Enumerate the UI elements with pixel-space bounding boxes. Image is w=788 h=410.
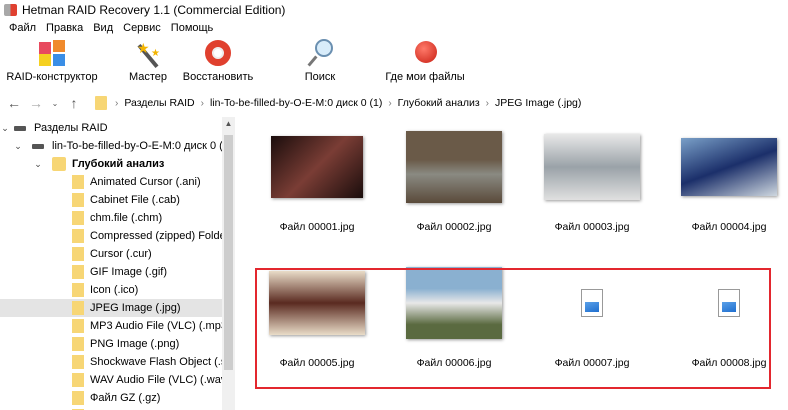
highlight-box — [255, 268, 771, 389]
folder-icon — [72, 391, 84, 405]
folder-icon — [72, 337, 84, 351]
tree-item-folder[interactable]: Cursor (.cur) — [0, 245, 222, 263]
menu-view[interactable]: Вид — [88, 20, 118, 36]
chevron-down-icon[interactable]: ⌄ — [32, 159, 44, 170]
address-bar: ← → ⌄ ↑ › Разделы RAID › lin-To-be-filled-… — [0, 91, 788, 115]
drive-icon — [14, 125, 26, 131]
folder-label: JPEG Image (.jpg) — [90, 302, 181, 314]
folder-tree: ⌄ Разделы RAID ⌄ lin-To-be-filled-by-O-E-M… — [0, 117, 235, 410]
folder-icon — [72, 373, 84, 387]
up-icon[interactable]: ↑ — [66, 95, 82, 111]
puzzle-icon — [37, 38, 67, 68]
folder-icon — [72, 229, 84, 243]
lifebuoy-icon — [203, 38, 233, 68]
file-item[interactable]: Файл 00004.jpg — [664, 127, 788, 233]
folder-label: MP3 Audio File (VLC) (.mp3) — [90, 320, 222, 332]
red-button-icon — [410, 38, 440, 68]
folder-label: Icon (.ico) — [90, 284, 139, 296]
menu-help[interactable]: Помощь — [166, 20, 219, 36]
forward-icon[interactable]: → — [28, 95, 44, 111]
chevron-down-icon[interactable]: ⌄ — [0, 123, 10, 134]
tree-item-folder[interactable]: PNG Image (.png) — [0, 335, 222, 353]
image-thumbnail — [681, 138, 777, 196]
folder-icon — [72, 283, 84, 297]
tree-item-raid[interactable]: ⌄ Разделы RAID — [0, 119, 222, 137]
tree-item-folder[interactable]: Файл GZ (.gz) — [0, 389, 222, 407]
search-button[interactable]: Поиск — [265, 38, 375, 83]
folder-icon — [72, 319, 84, 333]
scroll-up-icon[interactable]: ▲ — [222, 119, 235, 128]
tree-scrollbar[interactable]: ▲ — [222, 117, 235, 410]
folder-label: Shockwave Flash Object (.swf) — [90, 356, 222, 368]
tree-item-analysis[interactable]: ⌄ Глубокий анализ — [0, 155, 222, 173]
file-name: Файл 00001.jpg — [279, 221, 355, 233]
magnifier-icon — [305, 38, 335, 68]
folder-label: chm.file (.chm) — [90, 212, 163, 224]
file-name: Файл 00002.jpg — [416, 221, 492, 233]
image-thumbnail — [406, 131, 502, 203]
folder-icon — [72, 301, 84, 315]
window-title: Hetman RAID Recovery 1.1 (Commercial Edi… — [22, 3, 286, 17]
folder-label: PNG Image (.png) — [90, 338, 180, 350]
tree-item-folder[interactable]: chm.file (.chm) — [0, 209, 222, 227]
menu-service[interactable]: Сервис — [118, 20, 166, 36]
file-name: Файл 00003.jpg — [554, 221, 630, 233]
menu-edit[interactable]: Правка — [41, 20, 88, 36]
file-name: Файл 00004.jpg — [691, 221, 767, 233]
folder-icon — [72, 247, 84, 261]
tree-item-folder[interactable]: Animated Cursor (.ani) — [0, 173, 222, 191]
app-icon — [4, 4, 17, 16]
folder-icon — [72, 355, 84, 369]
folder-label: Cabinet File (.cab) — [90, 194, 180, 206]
folder-icon — [95, 96, 107, 110]
restore-button[interactable]: Восстановить — [163, 38, 273, 83]
folder-icon — [72, 265, 84, 279]
drive-icon — [32, 143, 44, 149]
where-are-my-files-button[interactable]: Где мои файлы — [370, 38, 480, 83]
crumb-disk[interactable]: lin-To-be-filled-by-O-E-M:0 диск 0 (1) — [210, 97, 382, 109]
title-bar: Hetman RAID Recovery 1.1 (Commercial Edi… — [0, 0, 788, 20]
folder-label: Animated Cursor (.ani) — [90, 176, 201, 188]
tree-item-folder[interactable]: Compressed (zipped) Folder (. — [0, 227, 222, 245]
tree-item-folder[interactable]: MP3 Audio File (VLC) (.mp3) — [0, 317, 222, 335]
file-item[interactable]: Файл 00002.jpg — [389, 127, 519, 233]
back-icon[interactable]: ← — [6, 95, 22, 111]
raid-constructor-button[interactable]: RAID-конструктор — [0, 38, 107, 83]
tree-item-folder[interactable]: Shockwave Flash Object (.swf) — [0, 353, 222, 371]
tree-item-disk[interactable]: ⌄ lin-To-be-filled-by-O-E-M:0 диск 0 (1) — [0, 137, 222, 155]
folder-label: WAV Audio File (VLC) (.wav) — [90, 374, 222, 386]
tree-item-folder[interactable]: Icon (.ico) — [0, 281, 222, 299]
image-thumbnail — [271, 136, 363, 198]
magic-wand-icon: ★ ★ — [133, 38, 163, 69]
file-item[interactable]: Файл 00003.jpg — [527, 127, 657, 233]
crumb-raid[interactable]: Разделы RAID — [124, 97, 194, 109]
toolbar: RAID-конструктор ★ ★ Мастер Восстановить П… — [0, 38, 788, 88]
tree-item-folder[interactable]: JPEG Image (.jpg) — [0, 299, 222, 317]
folder-icon — [72, 193, 84, 207]
tree-item-folder[interactable]: GIF Image (.gif) — [0, 263, 222, 281]
crumb-analysis[interactable]: Глубокий анализ — [398, 97, 480, 109]
folder-icon — [72, 175, 84, 189]
chevron-down-icon[interactable]: ⌄ — [12, 141, 24, 152]
file-grid: Файл 00001.jpg Файл 00002.jpg Файл 00003.j… — [240, 117, 788, 410]
breadcrumb[interactable]: › Разделы RAID › lin-To-be-filled-by-O-E-M… — [94, 92, 780, 114]
recent-chevron-icon[interactable]: ⌄ — [50, 99, 60, 108]
scroll-thumb[interactable] — [224, 135, 233, 370]
search-folder-icon — [52, 157, 66, 171]
menu-bar: Файл Правка Вид Сервис Помощь — [0, 20, 218, 36]
folder-label: Compressed (zipped) Folder (. — [90, 230, 222, 242]
folder-label: GIF Image (.gif) — [90, 266, 168, 278]
folder-icon — [72, 211, 84, 225]
folder-label: Файл GZ (.gz) — [90, 392, 161, 404]
crumb-jpeg[interactable]: JPEG Image (.jpg) — [495, 97, 581, 109]
tree-item-folder[interactable]: Cabinet File (.cab) — [0, 191, 222, 209]
tree-item-folder[interactable]: WAV Audio File (VLC) (.wav) — [0, 371, 222, 389]
folder-label: Cursor (.cur) — [90, 248, 152, 260]
file-item[interactable]: Файл 00001.jpg — [252, 127, 382, 233]
menu-file[interactable]: Файл — [4, 20, 41, 36]
image-thumbnail — [544, 134, 640, 200]
